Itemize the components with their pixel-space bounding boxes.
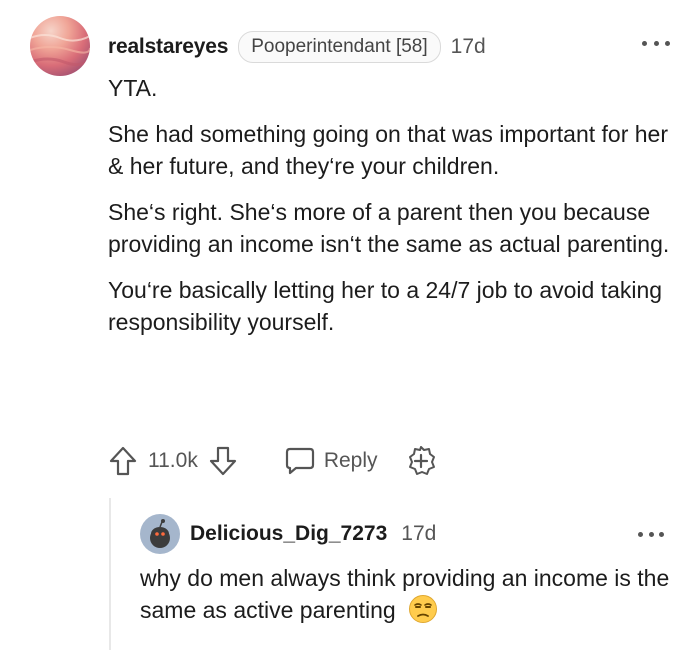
author-username[interactable]: realstareyes xyxy=(108,35,228,59)
speech-bubble-icon xyxy=(285,447,314,475)
upvote-button[interactable] xyxy=(108,445,138,477)
comment-body: YTA. She had something going on that was… xyxy=(108,72,678,352)
reply-button[interactable]: Reply xyxy=(284,446,378,476)
award-plus-icon xyxy=(408,446,435,475)
comment-thread: realstareyes Pooperintendant [58] 17d YT… xyxy=(0,0,700,650)
reply-header: Delicious_Dig_7273 17d xyxy=(190,518,436,550)
more-options-icon[interactable] xyxy=(642,34,670,52)
sunset-avatar-image xyxy=(30,34,90,67)
vote-count: 11.0k xyxy=(148,449,198,472)
comment-action-bar: 11.0k Reply xyxy=(108,444,438,478)
comment-timestamp: 17d xyxy=(450,35,486,58)
thread-line[interactable] xyxy=(109,498,111,650)
reply-body: why do men always think providing an inc… xyxy=(140,562,680,626)
snoo-avatar-icon xyxy=(150,519,170,548)
user-flair: Pooperintendant [58] xyxy=(238,31,441,63)
comment-paragraph: She had something going on that was impo… xyxy=(108,121,669,179)
author-avatar[interactable] xyxy=(30,16,90,76)
downvote-button[interactable] xyxy=(208,445,238,477)
reply-timestamp: 17d xyxy=(401,522,437,545)
reply-author-username[interactable]: Delicious_Dig_7273 xyxy=(190,522,387,546)
downvote-arrow-icon xyxy=(209,446,236,476)
unamused-face-emoji-icon xyxy=(408,594,438,624)
reply-text: why do men always think providing an inc… xyxy=(140,565,670,623)
reply-author-avatar[interactable] xyxy=(140,514,180,554)
reply-more-options-icon[interactable] xyxy=(638,525,664,543)
reply-label: Reply xyxy=(323,449,378,472)
upvote-arrow-icon xyxy=(109,446,137,476)
comment-paragraph: She‘s right. She‘s more of a parent then… xyxy=(108,199,670,257)
comment-header: realstareyes Pooperintendant [58] 17d xyxy=(108,30,486,64)
comment-paragraph: You‘re basically letting her to a 24/7 j… xyxy=(108,277,663,335)
award-button[interactable] xyxy=(404,444,438,478)
comment-paragraph: YTA. xyxy=(108,75,158,101)
